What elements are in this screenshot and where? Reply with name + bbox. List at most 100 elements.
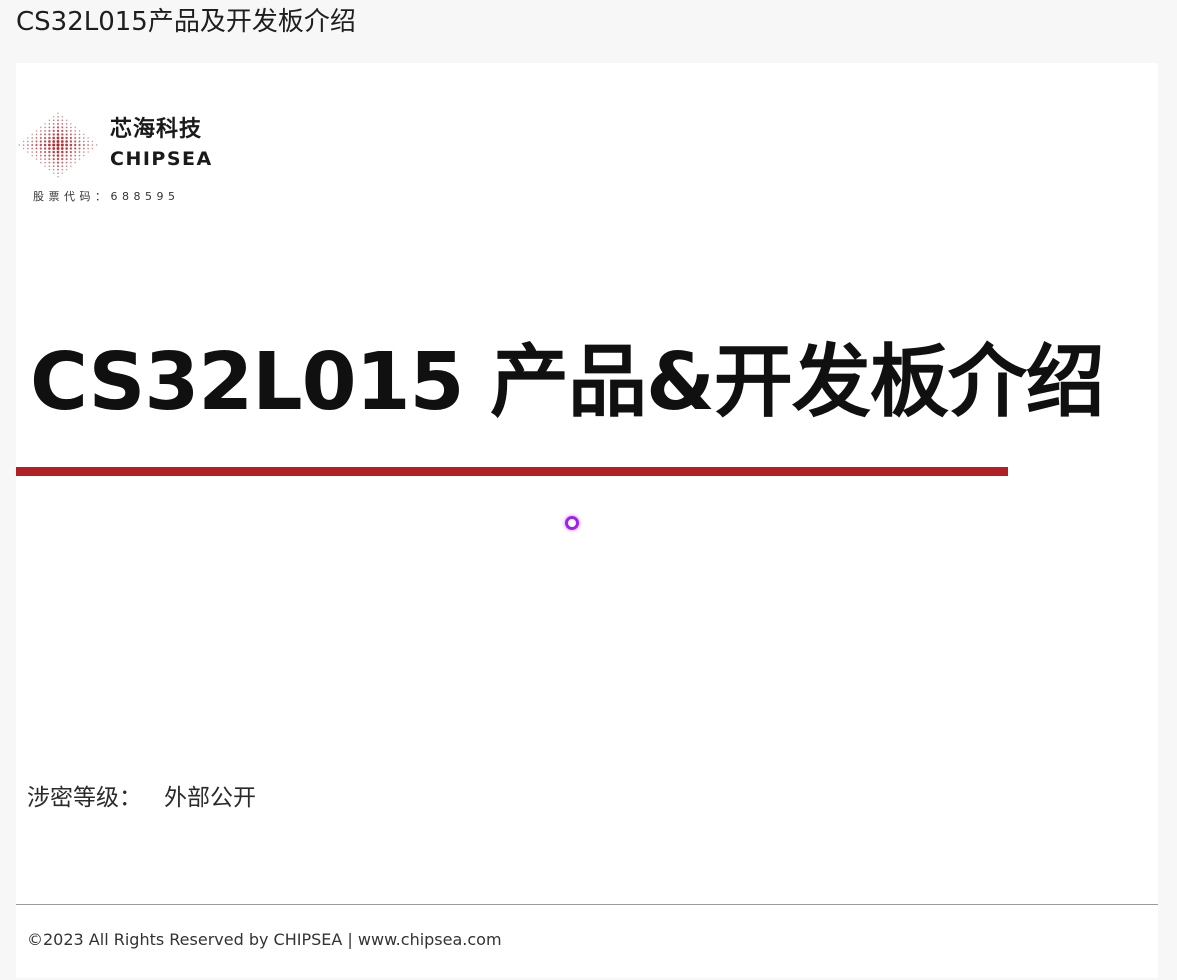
logo-dot <box>56 161 60 164</box>
logo-dot <box>31 151 33 153</box>
logo-dot <box>35 151 38 153</box>
logo-dot <box>31 154 33 157</box>
logo-dot <box>52 136 55 140</box>
logo-dot <box>65 119 68 122</box>
logo-dot <box>65 158 68 161</box>
logo-dot <box>61 119 64 122</box>
footer-copyright: ©2023 All Rights Reserved by CHIPSEA | w… <box>27 930 502 949</box>
logo-dot <box>39 140 42 143</box>
logo-dot <box>39 143 42 147</box>
logo-dot <box>61 168 64 171</box>
logo-dot <box>69 133 72 136</box>
logo-dot <box>82 140 85 143</box>
logo-dot <box>44 136 47 140</box>
logo-dot <box>87 140 89 143</box>
logo-dot <box>52 122 55 125</box>
logo-dot <box>61 129 64 132</box>
logo-dot <box>48 140 51 143</box>
logo-dot <box>27 137 29 139</box>
title-divider <box>16 467 1008 476</box>
logo-dot <box>57 165 59 168</box>
logo-dot <box>82 147 85 150</box>
logo-dot <box>74 143 77 147</box>
logo-dot <box>52 154 55 157</box>
logo-dot <box>52 165 55 168</box>
logo-dot <box>78 143 81 147</box>
logo-dot <box>61 116 63 118</box>
logo-dot <box>87 137 89 139</box>
logo-dot <box>61 126 64 129</box>
logo-dot <box>74 147 77 150</box>
logo-dot <box>83 133 85 136</box>
logo-dot <box>48 161 51 164</box>
logo-dot <box>53 116 55 118</box>
logo-dot <box>65 136 68 140</box>
logo-dot <box>48 129 51 132</box>
logo-dot <box>35 137 38 139</box>
logo-dot <box>91 144 94 146</box>
logo-dot <box>44 129 46 132</box>
logo-dot <box>56 143 60 147</box>
logo-dot <box>60 140 64 143</box>
logo-dot <box>40 158 42 160</box>
logo-dot <box>70 161 72 164</box>
logo-dot <box>91 147 94 150</box>
logo-dot <box>87 151 89 153</box>
logo-dot <box>57 176 59 178</box>
logo-dot <box>39 147 42 150</box>
logo-dot <box>57 122 59 125</box>
slide-viewer: 芯海科技 CHIPSEA 股票代码：688595 CS32L015 产品&开发板… <box>16 63 1158 978</box>
logo-dot <box>52 147 56 150</box>
logo-dot <box>56 150 60 154</box>
logo-dot <box>57 119 59 122</box>
logo-dot <box>87 144 89 146</box>
logo-dot <box>61 136 64 140</box>
logo-dot <box>91 140 94 143</box>
logo-dot <box>27 151 29 153</box>
logo-dot <box>78 151 81 153</box>
logo-dot <box>65 154 68 157</box>
logo-dot <box>60 143 64 147</box>
logo-dot <box>27 144 29 146</box>
logo-dot <box>65 147 68 150</box>
logo-dot <box>39 136 42 139</box>
logo-dot <box>22 144 25 146</box>
logo-dot <box>65 133 68 136</box>
logo-dot <box>40 126 42 129</box>
logo-dot <box>65 123 68 125</box>
logo-dot <box>56 129 60 133</box>
logo-dot <box>70 126 72 129</box>
logo-dot <box>48 168 51 171</box>
logo-dot <box>82 144 85 146</box>
logo-dot <box>70 165 72 167</box>
logo-dot <box>69 143 73 147</box>
logo-dot <box>44 161 46 164</box>
logo-dot <box>31 133 33 136</box>
logo-dot <box>96 144 98 146</box>
logo-dot <box>61 165 64 168</box>
logo-dot <box>39 151 42 154</box>
logo-dot <box>74 140 77 143</box>
logo-dot <box>35 158 38 160</box>
logo-dot <box>56 139 60 143</box>
logo-dot <box>87 147 89 150</box>
logo-dot <box>35 147 38 150</box>
logo-dot <box>74 126 76 129</box>
logo-dot <box>43 147 47 150</box>
logo-dot <box>56 126 60 129</box>
logo-dot <box>69 136 72 140</box>
logo-dot <box>27 140 29 143</box>
logo-dot <box>40 130 42 132</box>
logo-dot <box>78 147 81 150</box>
logo-dot <box>74 133 77 136</box>
logo-dot <box>31 147 34 150</box>
logo-dot <box>48 133 51 136</box>
logo-dot <box>44 165 46 167</box>
logo-dot <box>27 147 29 150</box>
logo-dot <box>83 151 85 153</box>
brand-name-cn: 芯海科技 <box>110 116 203 142</box>
logo-dot <box>35 143 38 147</box>
logo-dot <box>60 147 64 150</box>
logo-dot <box>57 112 59 114</box>
logo-dot <box>61 161 64 164</box>
